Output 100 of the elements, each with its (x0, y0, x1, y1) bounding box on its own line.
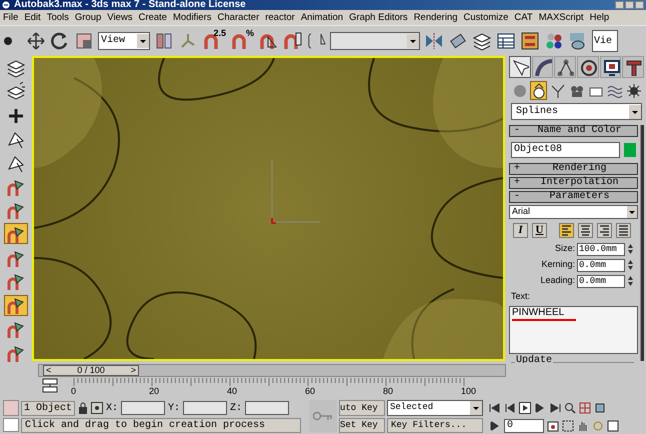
go-start-icon[interactable] (489, 402, 501, 414)
spinner-field[interactable]: 0.0mm (577, 258, 625, 272)
menu-item[interactable]: Character (218, 12, 260, 22)
move-icon[interactable] (26, 30, 46, 50)
menu-item[interactable]: Tools (46, 12, 69, 22)
go-end-icon[interactable] (549, 402, 561, 414)
frame-field[interactable]: 0 (504, 418, 544, 432)
set-key-button[interactable]: Set Key (339, 418, 385, 433)
scale-icon[interactable] (74, 30, 94, 50)
menu-item[interactable]: Views (107, 12, 132, 22)
frame-navigator[interactable]: < 0 / 100 > (43, 364, 139, 376)
panel-tab[interactable] (600, 56, 622, 78)
panel-tab[interactable] (577, 56, 599, 78)
close-button[interactable] (635, 1, 644, 9)
previous-frame-icon[interactable] (504, 402, 516, 414)
rollout-header[interactable]: + Interpolation (509, 177, 638, 189)
menu-item[interactable]: Animation (300, 12, 344, 22)
lamp-icon (550, 82, 566, 98)
rollout-header[interactable]: + Rendering (509, 163, 638, 175)
rollout-header[interactable]: - Name and Color (509, 125, 638, 137)
font-dropdown[interactable]: Arial (509, 205, 638, 219)
zoom-icon[interactable] (564, 402, 576, 414)
braces-cursor-icon[interactable] (306, 30, 326, 50)
lock-icon[interactable] (78, 402, 88, 414)
scroll-bar[interactable] (640, 125, 644, 361)
menu-item[interactable]: Customize (464, 12, 508, 22)
panel-tab[interactable] (532, 56, 554, 78)
region-zoom-icon[interactable] (562, 420, 574, 432)
snap-button[interactable]: % (230, 30, 254, 50)
coordinate-field[interactable] (183, 401, 228, 415)
coordinate-label: Y: (168, 402, 180, 416)
rotate-icon[interactable] (50, 30, 70, 50)
layers-icon[interactable] (472, 30, 492, 50)
spinner-arrows-icon[interactable] (627, 275, 634, 287)
menu-item[interactable]: CAT (514, 12, 533, 22)
zoom-extents-icon[interactable] (594, 402, 606, 414)
align-button[interactable] (578, 223, 593, 238)
snap-button[interactable]: 2.5 (202, 30, 226, 50)
spinner-arrows-icon[interactable] (627, 259, 634, 271)
rollout-header[interactable]: - Parameters (509, 191, 638, 203)
spinner-magnet-icon[interactable] (282, 30, 302, 50)
panel-tab[interactable] (554, 56, 576, 78)
tool-button[interactable] (4, 223, 28, 244)
spinner-field[interactable]: 0.0mm (577, 274, 625, 288)
timeline-bar[interactable]: < 0 / 100 > (38, 364, 506, 376)
category-button[interactable] (625, 81, 642, 100)
key-mode-dropdown[interactable]: Selected (387, 400, 483, 416)
time-config-icon[interactable] (547, 420, 559, 432)
coordinate-field[interactable] (121, 401, 166, 415)
ruler-label: 40 (227, 387, 238, 396)
zoom-all-icon[interactable] (579, 402, 591, 414)
rollout-sign: + (514, 164, 522, 174)
menu-item[interactable]: reactor (265, 12, 295, 22)
menu-item[interactable]: Graph Editors (349, 12, 408, 22)
maximize-button[interactable] (625, 1, 634, 9)
hammer-icon (624, 58, 642, 76)
grid-window-icon[interactable] (496, 30, 516, 50)
spheres-icon[interactable] (544, 30, 564, 50)
listener-pane[interactable] (3, 418, 19, 432)
menu-item[interactable]: MAXScript (538, 12, 584, 22)
minimize-button[interactable] (615, 1, 624, 9)
play-icon[interactable] (519, 402, 531, 414)
maximize-viewport-icon[interactable] (607, 420, 619, 432)
align-button[interactable] (616, 223, 631, 238)
selection-set-dropdown[interactable] (330, 32, 420, 50)
tool-button[interactable] (4, 294, 28, 316)
name-field[interactable]: Object08 (511, 142, 620, 158)
menu-item[interactable]: Help (590, 12, 610, 22)
menu-item[interactable]: File (3, 12, 18, 22)
pivot-icon[interactable] (154, 30, 174, 50)
arc-icon (534, 58, 552, 76)
auto-key-button[interactable]: uto Key (339, 400, 385, 416)
text-area[interactable]: PINWHEEL (509, 306, 638, 354)
menu-item[interactable]: Rendering (414, 12, 458, 22)
slider-arrow[interactable]: < (46, 366, 52, 374)
viewport-button[interactable]: Vie (592, 30, 618, 52)
next-frame-icon[interactable] (534, 402, 546, 414)
menu-item[interactable]: Group (74, 12, 102, 22)
category-dropdown[interactable]: Splines (511, 103, 642, 120)
spinner-field[interactable]: 100.0mm (577, 242, 625, 256)
menu-item[interactable]: Modifiers (172, 12, 212, 22)
mirror-icon[interactable] (424, 30, 444, 50)
panel-tab[interactable] (509, 56, 531, 78)
schematic-icon[interactable] (520, 30, 540, 50)
reference-dropdown[interactable]: View (98, 32, 150, 50)
absolute-mode-icon[interactable] (91, 402, 104, 414)
style-button[interactable]: I (513, 223, 528, 238)
coordinate-field[interactable] (245, 401, 290, 415)
slider-arrow[interactable]: > (130, 366, 136, 374)
track-view-icon[interactable] (40, 378, 60, 394)
spinner-arrows-icon[interactable] (627, 243, 634, 255)
category-button[interactable] (530, 81, 547, 100)
color-swatch[interactable] (624, 143, 636, 157)
panel-tab[interactable] (622, 56, 644, 78)
menu-item[interactable]: Edit (24, 12, 41, 22)
menu-item[interactable]: Create (138, 12, 167, 22)
key-filters-button[interactable]: Key Filters... (387, 418, 483, 433)
align-button[interactable] (559, 223, 574, 238)
style-button[interactable]: U (532, 223, 547, 238)
align-button[interactable] (597, 223, 612, 238)
